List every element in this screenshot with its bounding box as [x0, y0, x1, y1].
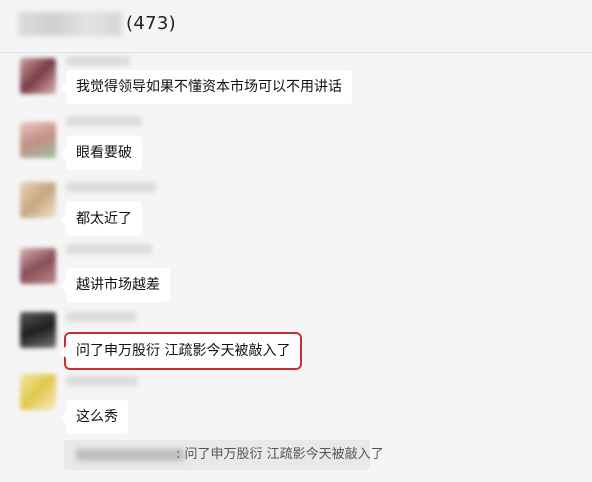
sender-name-blurred [66, 56, 130, 66]
avatar[interactable] [20, 312, 56, 348]
chat-header: (473) [0, 0, 592, 53]
message-bubble[interactable]: 都太近了 [60, 202, 142, 236]
sender-name-blurred [66, 244, 152, 254]
message-bubble[interactable]: 眼看要破 [60, 136, 142, 170]
quoted-sender-blurred [76, 449, 184, 461]
quoted-reply-text: : 问了申万股衍 江疏影今天被敲入了 [176, 447, 384, 462]
message-bubble[interactable]: 我觉得领导如果不懂资本市场可以不用讲话 [60, 70, 352, 104]
avatar[interactable] [20, 122, 56, 158]
sender-name-blurred [66, 376, 138, 386]
avatar[interactable] [20, 58, 56, 94]
highlighted-message-bubble[interactable]: 问了申万股衍 江疏影今天被敲入了 [59, 334, 301, 368]
message-bubble[interactable]: 越讲市场越差 [60, 268, 170, 302]
sender-name-blurred [66, 116, 142, 126]
avatar[interactable] [20, 248, 56, 284]
avatar[interactable] [20, 374, 56, 410]
avatar[interactable] [20, 182, 56, 218]
sender-name-blurred [66, 182, 156, 192]
group-name-blurred [18, 12, 122, 36]
sender-name-blurred [66, 312, 136, 322]
quoted-reply[interactable]: : 问了申万股衍 江疏影今天被敲入了 [64, 440, 384, 470]
member-count: (473) [126, 13, 176, 34]
message-bubble[interactable]: 这么秀 [60, 400, 128, 434]
